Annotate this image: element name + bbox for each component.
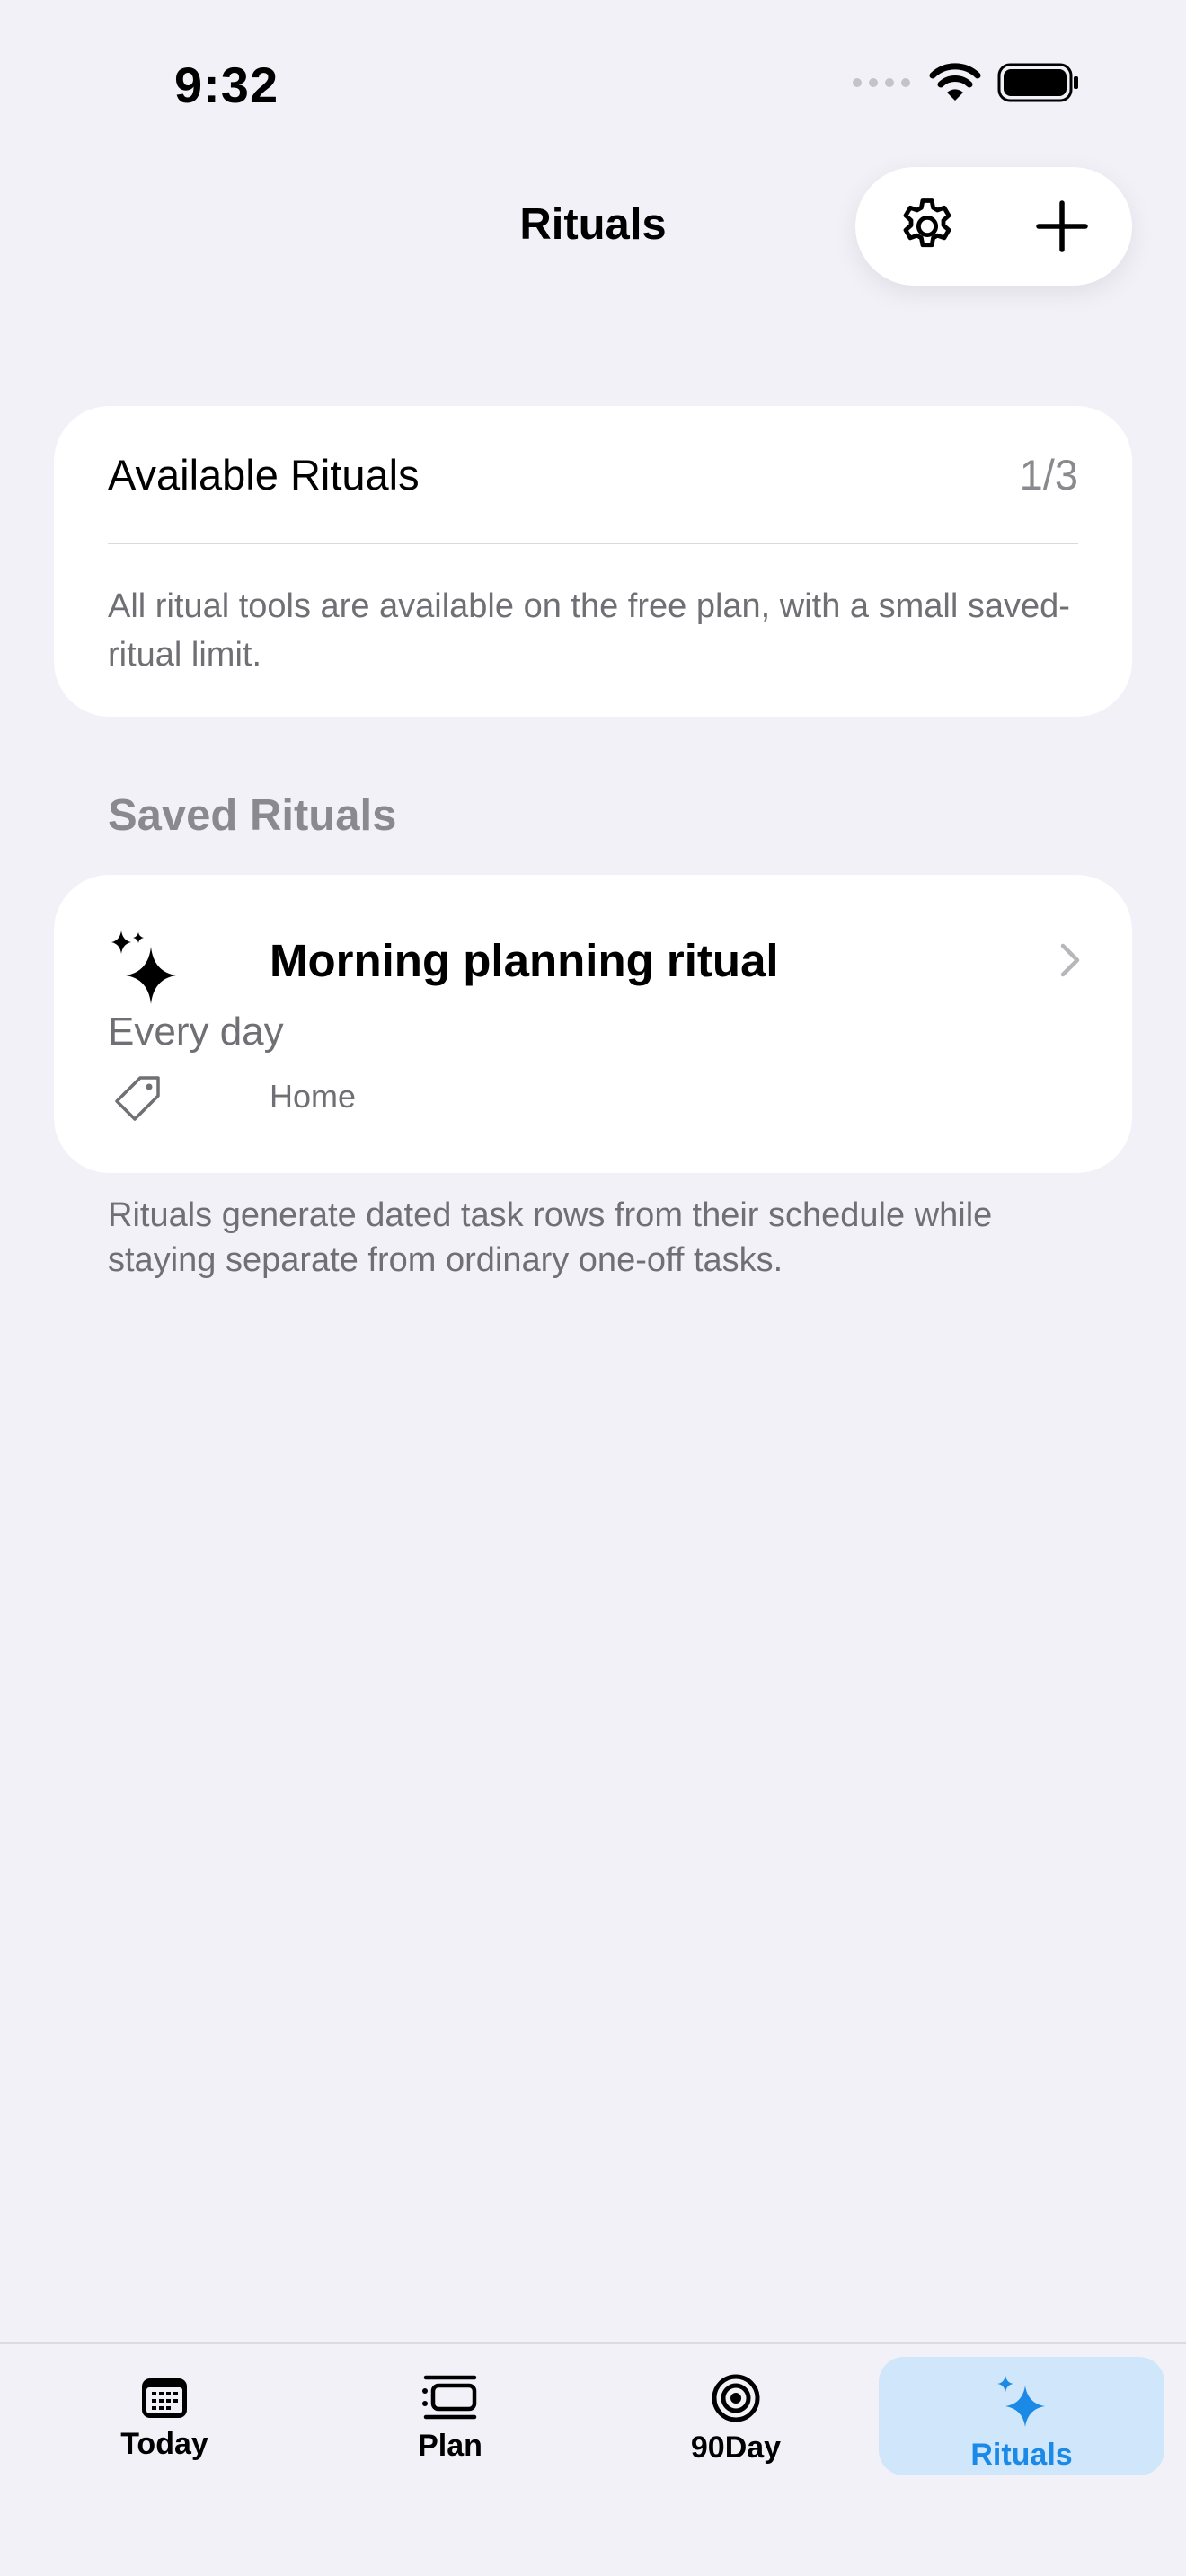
tab-today[interactable]: Today — [22, 2357, 307, 2475]
rituals-screen: 9:32 Rituals Available Rituals 1/3 All r… — [0, 0, 1186, 2576]
ritual-tag: Home — [270, 1078, 357, 1115]
available-rituals-card: Available Rituals 1/3 All ritual tools a… — [54, 406, 1132, 717]
tab-bar: Today Plan 90Day Rituals — [0, 2342, 1186, 2576]
tab-label: 90Day — [690, 2430, 782, 2465]
ritual-list-item[interactable]: Morning planning ritual Every day Home — [54, 875, 1132, 1173]
signal-icon — [853, 78, 910, 87]
ritual-schedule: Every day — [108, 1010, 284, 1054]
sparkles-icon — [997, 2375, 1045, 2427]
footer-note: Rituals generate dated task rows from th… — [108, 1196, 993, 1279]
available-rituals-description: All ritual tools are available on the fr… — [108, 587, 1070, 674]
wifi-icon — [929, 63, 981, 101]
ritual-title: Morning planning ritual — [270, 935, 779, 986]
header-actions — [855, 167, 1132, 286]
tab-rituals[interactable]: Rituals — [879, 2357, 1164, 2475]
tag-icon — [115, 1076, 160, 1121]
calendar-icon — [142, 2378, 187, 2418]
add-ritual-button[interactable] — [1028, 192, 1096, 260]
gear-icon — [903, 198, 951, 248]
status-icons — [850, 63, 1080, 102]
tab-90day[interactable]: 90Day — [593, 2357, 879, 2475]
sparkles-icon — [111, 931, 176, 1004]
battery-icon — [997, 63, 1078, 102]
divider — [108, 543, 1078, 544]
tab-label: Today — [120, 2427, 208, 2461]
settings-button[interactable] — [893, 192, 961, 260]
status-time: 9:32 — [174, 57, 279, 113]
available-rituals-count: 1/3 — [1019, 450, 1078, 498]
plan-list-icon — [422, 2375, 477, 2420]
plus-icon — [1036, 200, 1088, 252]
saved-rituals-header: Saved Rituals — [108, 791, 397, 840]
available-rituals-title: Available Rituals — [108, 450, 420, 498]
tab-plan[interactable]: Plan — [307, 2357, 593, 2475]
chevron-right-icon — [1060, 943, 1080, 977]
target-icon — [712, 2374, 760, 2422]
tab-label: Rituals — [970, 2438, 1073, 2472]
tab-label: Plan — [418, 2429, 482, 2463]
